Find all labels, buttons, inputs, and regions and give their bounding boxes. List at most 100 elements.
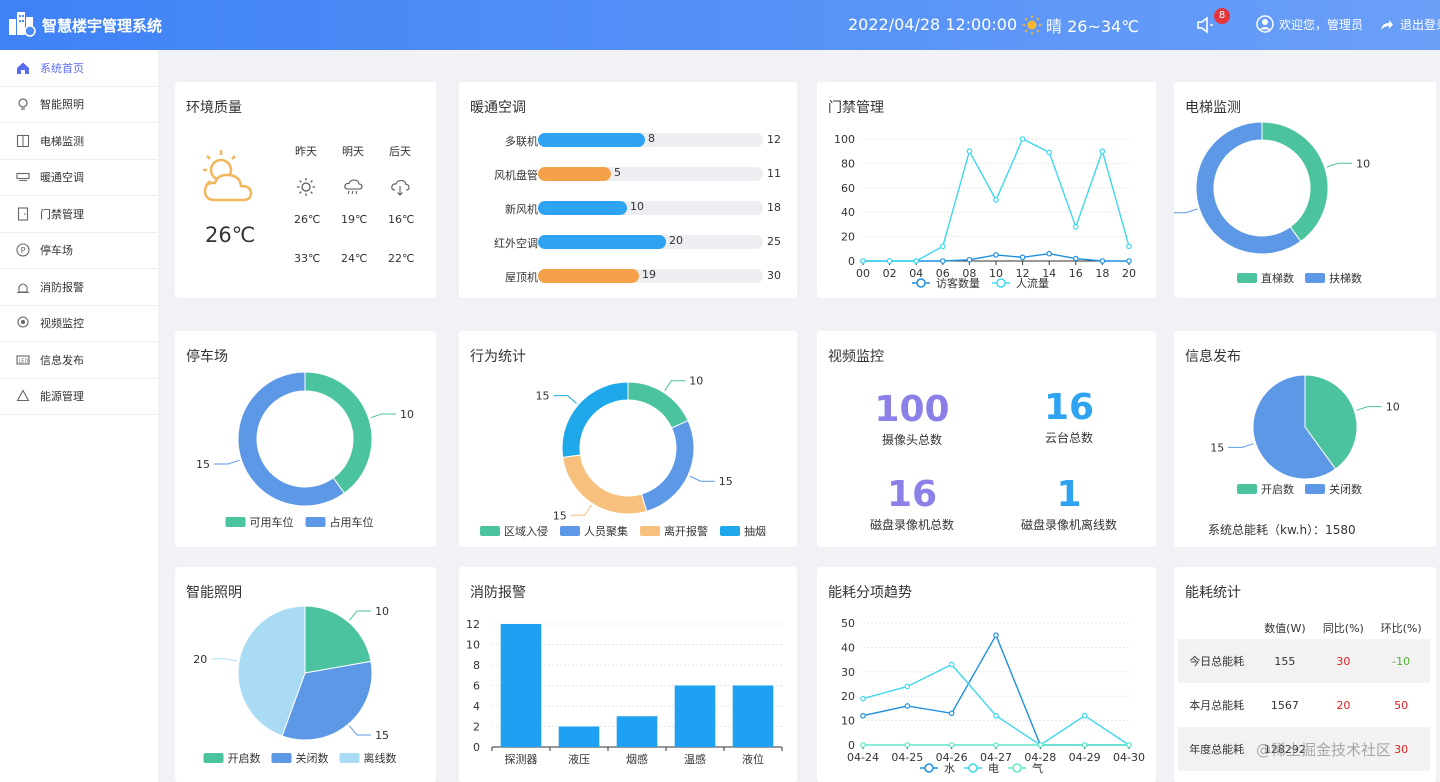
data-point [1126,742,1132,748]
env-card: 环境质量 26℃ 昨天 26℃ 33℃ 明天 19℃ 24℃ 后天 16℃ 22℃ [175,82,436,298]
data-point [940,258,946,264]
hvac-progress-fill [538,167,611,181]
slice-value-label: 10 [375,605,389,618]
user-info[interactable]: 欢迎您，管理员 [1256,15,1363,33]
slice-value-label: 15 [375,729,389,742]
hvac-row-value: 19 [642,268,656,281]
sidebar-item-1[interactable]: 智能照明 [0,87,158,123]
label-leader-line [1228,443,1254,448]
rain-cloud-icon [344,179,363,195]
x-tick-label: 18 [1095,267,1109,280]
legend-label: 电 [988,762,999,775]
data-point [1019,136,1026,142]
building-logo-icon [9,12,36,37]
y-tick-label: 30 [841,666,855,679]
access-card: 门禁管理 0 20 40 60 80 100 00 02 04 06 08 10 12 14 16 18 20 访… [817,82,1156,298]
notification-badge: 8 [1214,8,1230,24]
hvac-progress-fill [538,269,639,283]
trend-card: 能耗分项趋势 0 10 20 30 40 50 04-24 04-25 04-26 04-27 04… [817,567,1156,782]
sidebar-item-label: 智能照明 [40,98,84,112]
weather-day-label: 昨天 [295,145,317,158]
legend-label: 离线数 [364,751,397,765]
y-tick-label: 20 [841,690,855,703]
hvac-row-label: 新风机 [505,203,538,216]
partly-cloudy-icon [203,150,253,202]
pie-slice [562,454,648,515]
hvac-progress-fill [538,201,627,215]
data-point [1099,258,1106,264]
label-leader-line [211,658,238,662]
user-avatar-icon [1256,15,1274,33]
video-stat-label: 磁盘录像机总数 [869,518,954,532]
data-point [1126,258,1132,264]
hvac-card: 暖通空调 多联机 8 12 风机盘管 5 11 新风机 10 18 红外空调 20 25 屋顶机 19 30 [459,82,797,298]
y-tick-label: 8 [473,659,480,672]
data-point [948,742,955,748]
data-point [860,258,866,264]
bar [732,685,774,747]
x-tick-label: 04-30 [1113,751,1145,764]
video-stat-label: 云台总数 [1044,431,1093,445]
legend-swatch [996,278,1006,288]
series-line [862,663,1130,746]
label-leader-line [348,610,372,621]
energy-stats-title: 能耗统计 [1185,585,1241,601]
elevator-donut-chart: 1015直梯数扶梯数 [1174,121,1370,285]
hvac-progress-fill [538,133,645,147]
series-line [862,633,1129,746]
sidebar-item-2[interactable]: 电梯监测 [0,123,158,160]
sidebar-item-label: 消防报警 [40,280,84,294]
sidebar-item-9[interactable]: 能源管理 [0,379,158,415]
lighting-card: 智能照明 10 15 20 开启数 关闭数 离线数 [175,567,436,782]
weather-day-high: 22℃ [388,252,415,265]
y-tick-label: 80 [841,157,855,170]
data-point [966,256,973,263]
parking-icon: P [16,243,30,257]
total-energy-value: 1580 [1325,523,1356,537]
x-tick-label: 探测器 [505,753,538,766]
logout-button[interactable]: 退出登录 [1380,16,1440,33]
slice-value-label: 10 [1386,401,1400,414]
sidebar-item-3[interactable]: 暖通空调 [0,160,158,196]
data-point [904,703,911,709]
sidebar-item-0[interactable]: 系统首页 [0,50,158,87]
hvac-progress-track [538,201,763,215]
energy-table-cell: 30 [1314,639,1373,683]
label-leader-line [689,475,715,482]
weather-day-low: 16℃ [388,213,415,226]
bar [674,685,716,747]
energy-table-row: 今日总能耗 155 30 -10 [1178,639,1430,683]
data-point [1081,742,1088,748]
legend-swatch [339,753,360,763]
x-tick-label: 10 [989,267,1003,280]
logout-label: 退出登录 [1400,18,1440,32]
legend-swatch [1305,273,1325,283]
app-title: 智慧楼宇管理系统 [42,17,163,35]
top-header: 智慧楼宇管理系统 2022/04/28 12:00:00 晴 26~34℃ 8 … [0,0,1440,50]
hvac-row-max: 12 [767,133,781,146]
weather-day-high: 24℃ [341,252,368,265]
sidebar-item-5[interactable]: P 停车场 [0,233,158,269]
legend-swatch [1012,763,1022,773]
legend-label: 直梯数 [1261,271,1294,285]
sidebar-item-label: 视频监控 [40,317,84,331]
energy-table-header: 数值(W) [1264,622,1306,635]
sidebar: 系统首页智能照明电梯监测 暖通空调 门禁管理 P 停车场消防报警视频监控 LED 信息发布能… [0,50,158,782]
sidebar-item-4[interactable]: 门禁管理 [0,196,158,233]
energy-table-cell: 今日总能耗 [1178,639,1256,683]
pie-slice [561,381,629,458]
y-tick-label: 4 [473,700,480,713]
trend-line-chart: 0102030405004-24 04-25 04-26 04-27 04-28 04-2… [841,617,1145,775]
sidebar-item-8[interactable]: LED 信息发布 [0,342,158,379]
legend-swatch [480,526,500,536]
bar [616,716,658,747]
label-leader-line [213,459,240,465]
sidebar-item-7[interactable]: 视频监控 [0,306,158,342]
label-leader-line [1326,162,1353,168]
sidebar-item-6[interactable]: 消防报警 [0,269,158,306]
hvac-row-value: 20 [669,234,683,247]
slice-value-label: 15 [553,509,567,522]
label-leader-line [1356,406,1382,411]
legend-swatch [1237,273,1257,283]
legend-label: 访客数量 [936,276,980,290]
